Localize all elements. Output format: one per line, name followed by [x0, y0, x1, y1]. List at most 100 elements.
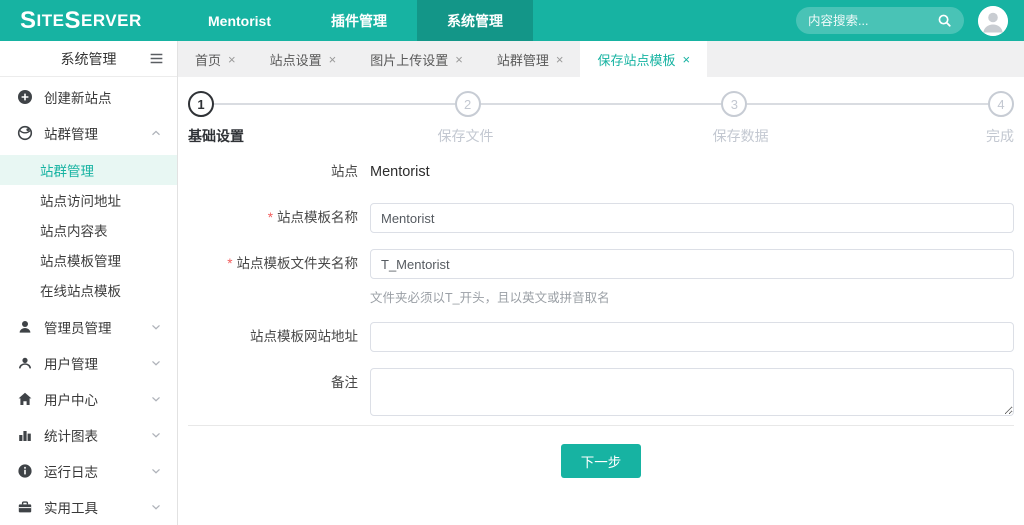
sidebar: 系统管理 创建新站点 站群管理 站群	[0, 41, 178, 525]
sidebar-item-user-center[interactable]: 用户中心	[0, 381, 177, 417]
sidebar-subitem-online-site-template[interactable]: 在线站点模板	[0, 275, 177, 305]
close-icon[interactable]: ×	[329, 52, 337, 67]
chevron-down-icon	[149, 320, 163, 334]
nav-item-system[interactable]: 系统管理	[417, 0, 533, 41]
next-step-button[interactable]: 下一步	[561, 444, 642, 478]
tab-save-site-template[interactable]: 保存站点模板 ×	[580, 41, 707, 77]
step-circle-3: 3	[721, 91, 747, 117]
site-value: Mentorist	[370, 157, 1014, 187]
close-icon[interactable]: ×	[556, 52, 564, 67]
sidebar-menu: 创建新站点 站群管理 站群管理 站点访问地址 站点内容表 站点模板管理 在线站点…	[0, 77, 177, 525]
menu-collapse-icon[interactable]	[148, 50, 165, 67]
content-search	[796, 7, 964, 34]
form-row-site: 站点 Mentorist	[188, 157, 1014, 187]
admin-user-icon	[17, 319, 33, 335]
chevron-down-icon	[149, 500, 163, 514]
page-content: 1 2 3 4 基础设置 保存文件 保存数据 完成 站点	[178, 77, 1024, 525]
sidebar-title: 系统管理	[61, 49, 117, 69]
step-label-basic-settings: 基础设置	[188, 126, 244, 146]
sidebar-item-utilities[interactable]: 实用工具	[0, 489, 177, 525]
chevron-down-icon	[149, 428, 163, 442]
sidebar-item-label: 管理员管理	[44, 317, 112, 337]
sidebar-item-user-mgmt[interactable]: 用户管理	[0, 345, 177, 381]
step-connector	[214, 103, 455, 105]
chevron-down-icon	[149, 356, 163, 370]
step-label-done: 完成	[986, 126, 1014, 146]
tab-home[interactable]: 首页 ×	[178, 41, 253, 77]
sidebar-item-statistics[interactable]: 统计图表	[0, 417, 177, 453]
step-connector	[481, 103, 722, 105]
search-icon[interactable]	[937, 13, 952, 28]
close-icon[interactable]: ×	[682, 52, 690, 67]
sidebar-subitem-site-content-table[interactable]: 站点内容表	[0, 215, 177, 245]
folder-name-label: *站点模板文件夹名称	[188, 249, 370, 279]
sidebar-subitem-site-access-url[interactable]: 站点访问地址	[0, 185, 177, 215]
app-header: SITESERVER Mentorist 插件管理 系统管理	[0, 0, 1024, 41]
form-row-remark: 备注	[188, 368, 1014, 421]
step-circle-4: 4	[988, 91, 1014, 117]
step-label-save-data: 保存数据	[713, 126, 769, 146]
template-name-label: *站点模板名称	[188, 203, 370, 233]
user-icon	[978, 6, 1008, 36]
tab-bar: 首页 × 站点设置 × 图片上传设置 × 站群管理 × 保存站点模板 ×	[178, 41, 1024, 77]
remark-label: 备注	[188, 368, 370, 398]
form-row-template-name: *站点模板名称	[188, 203, 1014, 233]
site-label: 站点	[188, 157, 370, 187]
sidebar-item-admin-mgmt[interactable]: 管理员管理	[0, 309, 177, 345]
sidebar-item-run-logs[interactable]: 运行日志	[0, 453, 177, 489]
save-template-form: 站点 Mentorist *站点模板名称 *站点模板文件夹名称	[188, 157, 1014, 421]
sidebar-subitem-site-template-mgmt[interactable]: 站点模板管理	[0, 245, 177, 275]
form-actions: 下一步	[188, 426, 1014, 478]
sidebar-item-create-site[interactable]: 创建新站点	[0, 79, 177, 115]
template-name-input[interactable]	[370, 203, 1014, 233]
folder-name-help: 文件夹必须以T_开头，且以英文或拼音取名	[370, 287, 1014, 306]
plus-circle-icon	[17, 89, 33, 105]
globe-icon	[17, 125, 33, 141]
sidebar-item-label: 实用工具	[44, 497, 98, 517]
search-input[interactable]	[808, 14, 937, 28]
tab-site-group-mgmt[interactable]: 站群管理 ×	[480, 41, 581, 77]
nav-item-mentorist[interactable]: Mentorist	[178, 0, 301, 41]
sidebar-item-label: 用户中心	[44, 389, 98, 409]
close-icon[interactable]: ×	[228, 52, 236, 67]
sidebar-item-label: 统计图表	[44, 425, 98, 445]
sidebar-item-label: 运行日志	[44, 461, 98, 481]
form-row-site-url: 站点模板网站地址	[188, 322, 1014, 352]
sidebar-header: 系统管理	[0, 41, 177, 77]
chevron-down-icon	[149, 464, 163, 478]
sidebar-item-site-group[interactable]: 站群管理	[0, 115, 177, 151]
sidebar-item-label: 用户管理	[44, 353, 98, 373]
avatar[interactable]	[978, 6, 1008, 36]
sidebar-item-label: 创建新站点	[44, 87, 112, 107]
app-logo: SITESERVER	[0, 0, 178, 41]
form-row-folder-name: *站点模板文件夹名称 文件夹必须以T_开头，且以英文或拼音取名	[188, 249, 1014, 306]
nav-item-plugins[interactable]: 插件管理	[301, 0, 417, 41]
user-icon	[17, 355, 33, 371]
info-icon	[17, 463, 33, 479]
site-group-submenu: 站群管理 站点访问地址 站点内容表 站点模板管理 在线站点模板	[0, 151, 177, 309]
header-right	[796, 0, 1024, 41]
close-icon[interactable]: ×	[455, 52, 463, 67]
home-icon	[17, 391, 33, 407]
bar-chart-icon	[17, 427, 33, 443]
sidebar-item-label: 站群管理	[44, 123, 98, 143]
top-nav: Mentorist 插件管理 系统管理	[178, 0, 533, 41]
step-label-save-files: 保存文件	[438, 126, 494, 146]
remark-textarea[interactable]	[370, 368, 1014, 416]
tab-image-upload-settings[interactable]: 图片上传设置 ×	[353, 41, 480, 77]
folder-name-input[interactable]	[370, 249, 1014, 279]
step-circle-2: 2	[455, 91, 481, 117]
sidebar-subitem-site-group-mgmt[interactable]: 站群管理	[0, 155, 177, 185]
step-connector	[747, 103, 988, 105]
toolbox-icon	[17, 499, 33, 515]
logo-text: S	[20, 9, 37, 33]
chevron-down-icon	[149, 392, 163, 406]
site-url-input[interactable]	[370, 322, 1014, 352]
wizard-stepper: 1 2 3 4 基础设置 保存文件 保存数据 完成	[188, 91, 1014, 144]
required-marker: *	[268, 210, 273, 225]
step-circle-1: 1	[188, 91, 214, 117]
site-url-label: 站点模板网站地址	[188, 322, 370, 352]
tab-site-settings[interactable]: 站点设置 ×	[253, 41, 354, 77]
chevron-up-icon	[149, 126, 163, 140]
required-marker: *	[227, 256, 232, 271]
